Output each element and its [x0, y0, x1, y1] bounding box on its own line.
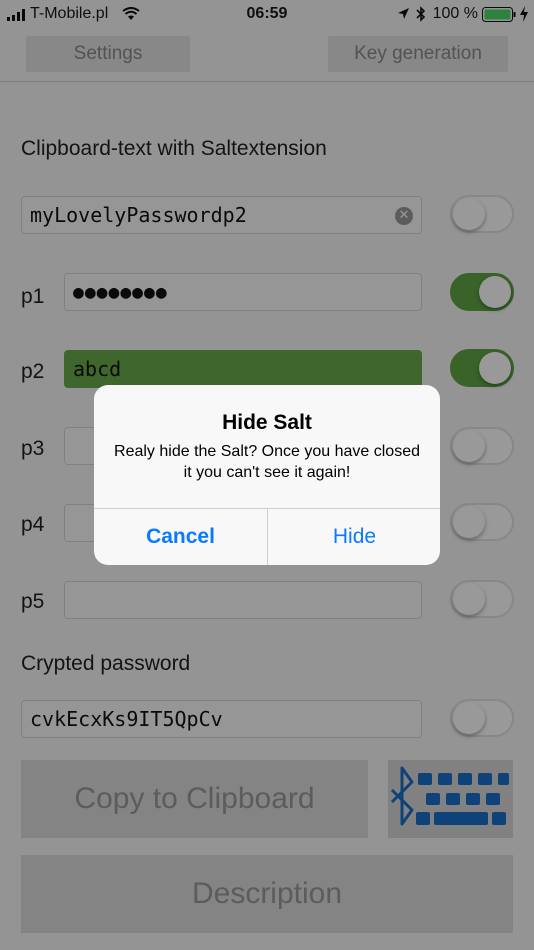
hide-button[interactable]: Hide — [268, 509, 440, 565]
alert-message: Realy hide the Salt? Once you have close… — [114, 443, 420, 481]
alert-title: Hide Salt — [222, 411, 312, 434]
hide-salt-alert: Hide Salt Realy hide the Salt? Once you … — [94, 385, 440, 565]
cancel-button[interactable]: Cancel — [94, 509, 267, 565]
